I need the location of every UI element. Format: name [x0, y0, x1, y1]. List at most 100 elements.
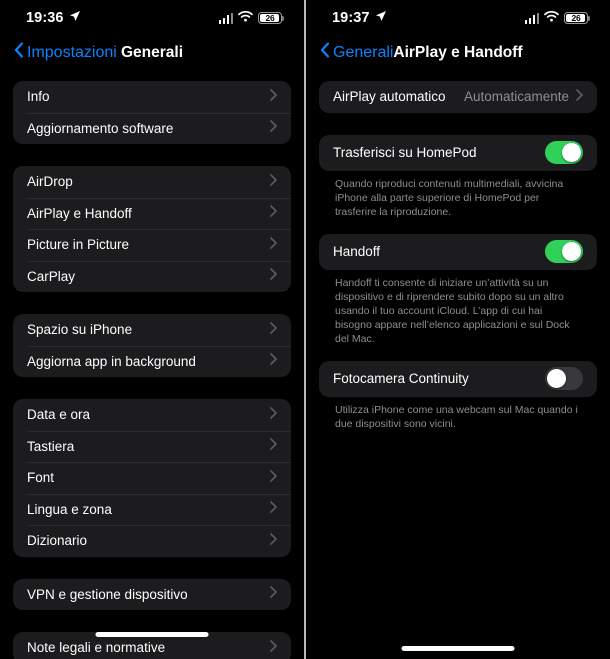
settings-group-storage: Spazio su iPhone Aggiorna app in backgro… [13, 314, 291, 377]
chevron-right-icon [270, 119, 277, 137]
row-fotocamera-continuity[interactable]: Fotocamera Continuity [319, 361, 597, 397]
row-label: Lingua e zona [27, 501, 112, 517]
wifi-icon [238, 9, 253, 27]
location-arrow-icon [375, 9, 387, 27]
home-indicator-right[interactable] [401, 646, 515, 651]
sidebar-item-picture-in-picture[interactable]: Picture in Picture [13, 229, 291, 261]
sidebar-item-info[interactable]: Info [13, 81, 291, 113]
settings-group-homepod: Trasferisci su HomePod [319, 134, 597, 171]
sidebar-item-background-app-refresh[interactable]: Aggiorna app in background [13, 345, 291, 378]
battery-icon: 26 [258, 11, 285, 25]
sidebar-item-date-time[interactable]: Data e ora [13, 399, 291, 431]
chevron-right-icon [270, 173, 277, 191]
chevron-right-icon [270, 267, 277, 285]
chevron-right-icon [270, 469, 277, 487]
wifi-icon [544, 9, 559, 27]
status-bar-right-group: 26 [524, 9, 591, 27]
row-label: Aggiorna app in background [27, 353, 196, 369]
chevron-right-icon [270, 406, 277, 424]
toggle-knob [546, 368, 566, 389]
airplay-handoff-list: AirPlay automatico Automaticamente Trasf… [306, 69, 610, 431]
chevron-right-icon [270, 585, 277, 603]
row-label: AirPlay automatico [333, 89, 446, 105]
footnote-continuity-camera: Utilizza iPhone come una webcam sul Mac … [335, 403, 578, 430]
row-label: Note legali e normative [27, 640, 166, 656]
chevron-right-icon [270, 352, 277, 370]
sidebar-item-airplay-handoff[interactable]: AirPlay e Handoff [13, 197, 291, 230]
nav-bar-left: Impostazioni Generali [0, 36, 304, 69]
row-label: Handoff [333, 244, 381, 259]
chevron-right-icon [270, 236, 277, 254]
status-bar-right: 19:37 26 [306, 0, 610, 36]
toggle-fotocamera-continuity[interactable] [545, 367, 583, 390]
right-phone-screen: 19:37 26 Generali AirPlay e Handoff AirP… [306, 0, 610, 659]
cellular-signal-icon [218, 12, 233, 24]
status-bar-left-group: 19:37 [332, 9, 387, 27]
sidebar-item-language-region[interactable]: Lingua e zona [13, 493, 291, 526]
cellular-signal-icon [524, 12, 539, 24]
back-button-label: Impostazioni [27, 43, 117, 61]
row-label: AirDrop [27, 174, 73, 190]
footnote-homepod: Quando riproduci contenuti multimediali,… [335, 177, 564, 218]
left-phone-screen: 19:36 26 Impostazioni Generali Info Aggi… [0, 0, 304, 659]
chevron-right-icon [270, 437, 277, 455]
row-label: Fotocamera Continuity [333, 371, 469, 386]
chevron-left-icon [14, 42, 24, 63]
battery-percent-label: 26 [265, 13, 275, 23]
row-label: CarPlay [27, 268, 76, 284]
sidebar-item-vpn-device-management[interactable]: VPN e gestione dispositivo [13, 579, 291, 611]
row-label: Data e ora [27, 407, 91, 423]
sidebar-item-iphone-storage[interactable]: Spazio su iPhone [13, 314, 291, 346]
toggle-handoff[interactable] [545, 240, 583, 263]
row-handoff[interactable]: Handoff [319, 234, 597, 270]
sidebar-item-keyboard[interactable]: Tastiera [13, 430, 291, 463]
sidebar-item-dictionary[interactable]: Dizionario [13, 525, 291, 557]
status-time: 19:36 [26, 10, 64, 26]
sidebar-item-airdrop[interactable]: AirDrop [13, 166, 291, 198]
row-label: Aggiornamento software [27, 120, 174, 136]
row-label: Tastiera [27, 438, 75, 454]
row-label: Trasferisci su HomePod [333, 145, 477, 160]
row-trasferisci-su-homepod[interactable]: Trasferisci su HomePod [319, 135, 597, 171]
toggle-trasferisci-su-homepod[interactable] [545, 141, 583, 164]
row-airplay-automatico[interactable]: AirPlay automatico Automaticamente [319, 81, 597, 113]
settings-group-info: Info Aggiornamento software [13, 81, 291, 144]
toggle-knob [562, 142, 582, 163]
home-indicator-left[interactable] [95, 632, 209, 637]
chevron-right-icon [270, 321, 277, 339]
settings-group-localization: Data e ora Tastiera Font Lingua e zona D… [13, 399, 291, 557]
sidebar-item-carplay[interactable]: CarPlay [13, 260, 291, 293]
status-time: 19:37 [332, 10, 370, 26]
battery-percent-label: 26 [571, 13, 581, 23]
footnote-handoff: Handoff ti consente di iniziare un’attiv… [335, 276, 570, 345]
settings-list-left: Info Aggiornamento software AirDrop AirP… [0, 69, 304, 659]
back-button-general[interactable]: Generali [320, 42, 393, 63]
chevron-right-icon [270, 88, 277, 106]
back-button-label: Generali [333, 43, 394, 61]
row-value: Automaticamente [463, 89, 569, 105]
back-button-settings[interactable]: Impostazioni [14, 42, 117, 63]
row-label: Picture in Picture [27, 237, 130, 253]
settings-group-continuity-camera: Fotocamera Continuity [319, 360, 597, 397]
sidebar-item-software-update[interactable]: Aggiornamento software [13, 112, 291, 145]
dual-screenshot-container: 19:36 26 Impostazioni Generali Info Aggi… [0, 0, 610, 659]
chevron-right-icon [270, 500, 277, 518]
status-bar-left-group: 19:36 [26, 9, 81, 27]
settings-group-airplay-auto: AirPlay automatico Automaticamente [319, 81, 597, 113]
chevron-right-icon [576, 88, 583, 106]
sidebar-item-fonts[interactable]: Font [13, 462, 291, 494]
settings-group-vpn: VPN e gestione dispositivo [13, 578, 291, 611]
row-label: Font [27, 470, 55, 486]
toggle-knob [562, 241, 582, 262]
location-arrow-icon [69, 9, 81, 27]
row-label: AirPlay e Handoff [27, 205, 132, 221]
row-label: Spazio su iPhone [27, 322, 133, 338]
status-bar-left: 19:36 26 [0, 0, 304, 36]
